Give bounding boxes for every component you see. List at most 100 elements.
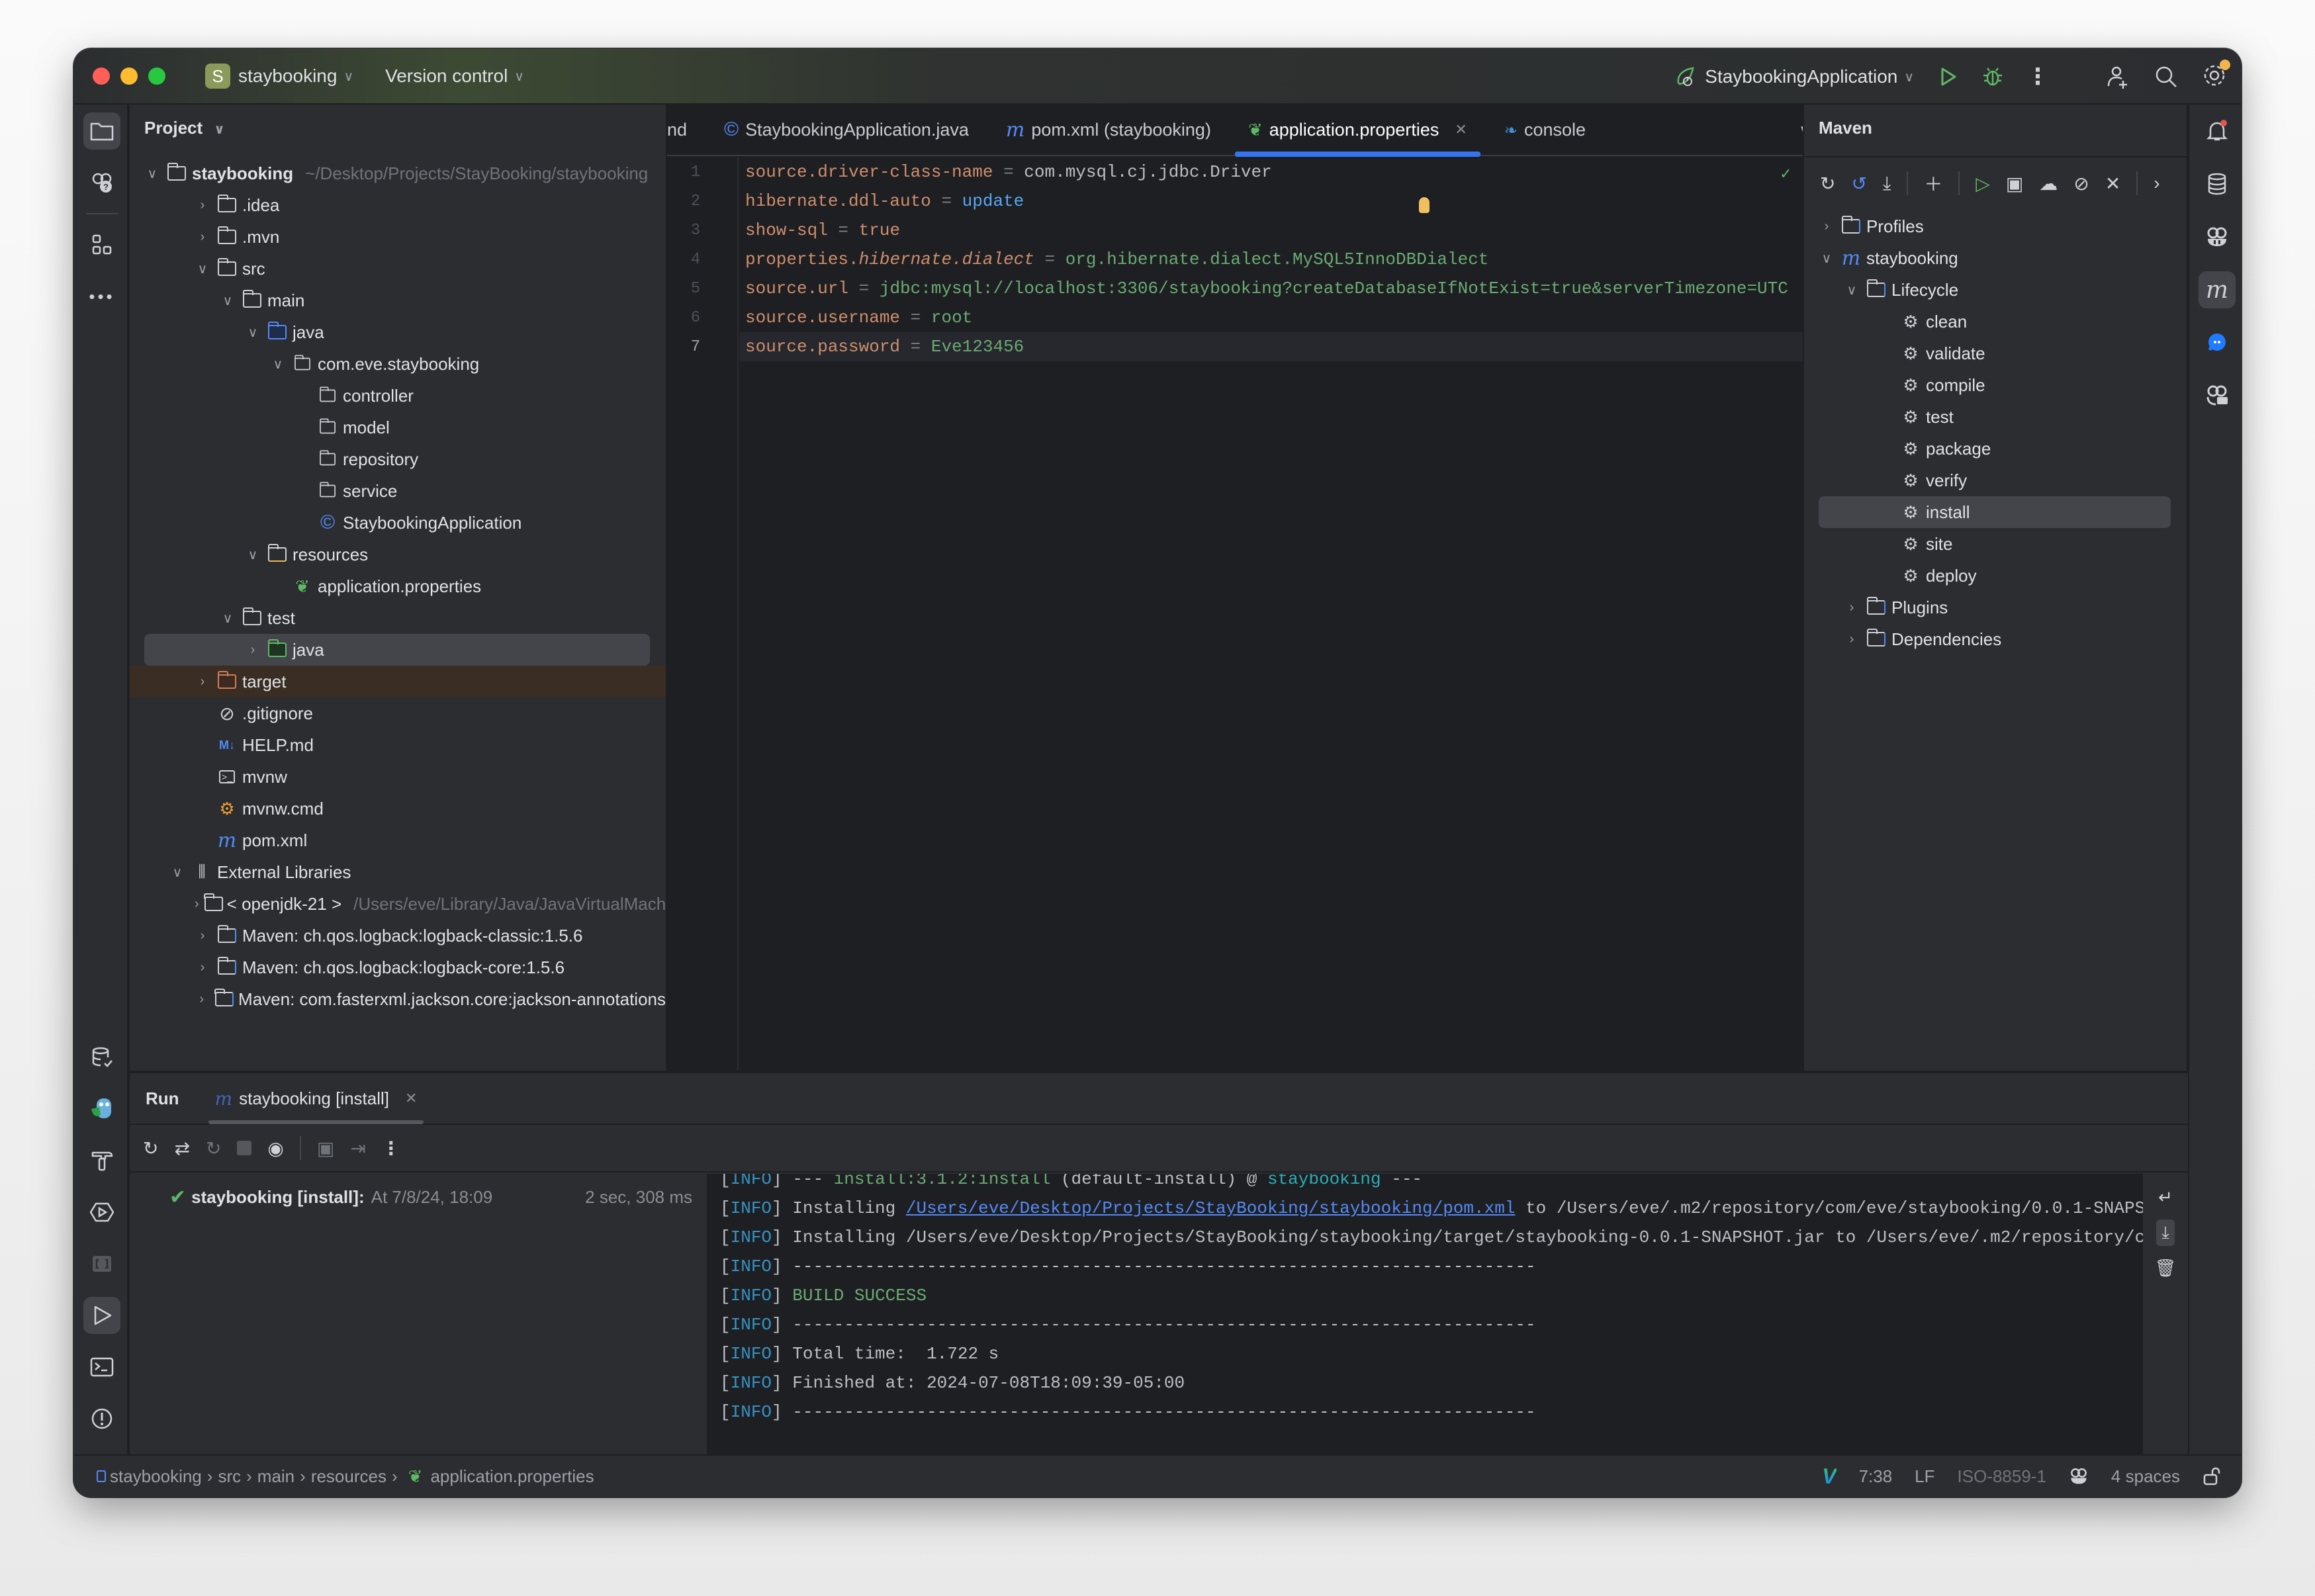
chevron-right-icon[interactable]: › (195, 230, 210, 245)
copilot-chat-button[interactable] (2199, 377, 2236, 414)
tree-item[interactable]: model (130, 412, 666, 443)
console-link[interactable]: /Users/eve/Desktop/Projects/StayBooking/… (906, 1198, 1516, 1218)
editor-tab[interactable]: nd (667, 104, 705, 155)
tree-item[interactable]: ∨ java (130, 316, 666, 348)
project-switcher[interactable]: S staybooking ∨ (165, 64, 353, 89)
line-separator[interactable]: LF (1915, 1466, 1934, 1487)
tree-item[interactable]: © StaybookingApplication (130, 507, 666, 539)
vcs-menu[interactable]: Version control ∨ (377, 66, 524, 87)
tree-item[interactable]: ∨ test (130, 602, 666, 634)
chevron-down-icon[interactable]: ∨ (195, 261, 210, 277)
copilot-status-icon[interactable] (2069, 1467, 2089, 1485)
chevron-down-icon[interactable]: ∨ (220, 292, 236, 309)
project-tool-button[interactable] (83, 112, 120, 150)
maven-tree-item[interactable]: ⚙ deploy (1804, 560, 2187, 592)
tree-item[interactable]: repository (130, 443, 666, 475)
maven-tree-item[interactable]: ⚙ package (1804, 433, 2187, 465)
maven-tree-item[interactable]: ⚙ test (1804, 401, 2187, 433)
chevron-right-icon[interactable]: › (195, 897, 199, 912)
add-user-icon[interactable] (2105, 64, 2131, 90)
chevron-right-icon[interactable]: › (195, 992, 209, 1007)
editor-tab[interactable]: m pom.xml (staybooking) (987, 104, 1230, 155)
chevron-right-icon[interactable]: › (245, 643, 261, 658)
chevron-down-icon[interactable]: ∨ (1844, 282, 1860, 298)
download-icon[interactable]: ⤓ (1883, 173, 1891, 195)
maven-tree-item[interactable]: ∨ m staybooking (1804, 242, 2187, 274)
code-line[interactable]: hibernate.ddl-auto = update (740, 187, 1870, 216)
tree-item[interactable]: controller (130, 380, 666, 412)
tree-item[interactable]: › < openjdk-21 > /Users/eve/Library/Java/J… (130, 888, 666, 920)
tree-item[interactable]: M↓ HELP.md (130, 729, 666, 761)
toggle-view-icon[interactable]: ⇄ (174, 1137, 189, 1159)
generate-sources-icon[interactable]: ↺ (1851, 173, 1866, 195)
chevron-right-icon[interactable]: › (1844, 632, 1860, 647)
file-encoding[interactable]: ISO-8859-1 (1958, 1466, 2046, 1487)
copilot-button[interactable] (2199, 218, 2236, 255)
zoom-window-button[interactable] (148, 67, 165, 85)
more-icon[interactable]: › (2154, 173, 2159, 194)
stop-icon[interactable] (237, 1141, 252, 1155)
chevron-right-icon[interactable]: › (1844, 600, 1860, 615)
ai-assistant-tool-button[interactable]: ? (83, 164, 120, 201)
database-button[interactable] (2199, 165, 2236, 202)
run-icon[interactable]: ▷ (1975, 173, 1990, 195)
maven-tree-item[interactable]: ⚙ verify (1804, 465, 2187, 496)
code-line[interactable]: show-sql = true (740, 216, 1870, 245)
maven-tree-item[interactable]: ⚙ install (1819, 496, 2171, 528)
tree-item[interactable]: › target (130, 666, 666, 697)
code-line[interactable]: source.password = Eve123456 (740, 332, 1870, 361)
run-result-row[interactable]: ✔ staybooking [install]: At 7/8/24, 18:0… (169, 1186, 692, 1209)
collapse-icon[interactable]: ✕ (2105, 173, 2120, 195)
maven-tree-item[interactable]: › Profiles (1804, 210, 2187, 242)
camera-icon[interactable]: ▣ (317, 1137, 334, 1159)
editor-tab[interactable]: © StaybookingApplication.java (705, 104, 987, 155)
maven-tree-item[interactable]: ⚙ compile (1804, 369, 2187, 401)
cursor-position[interactable]: 7:38 (1859, 1466, 1893, 1487)
chevron-right-icon[interactable]: › (195, 674, 210, 689)
tree-item[interactable]: ⚙ mvnw.cmd (130, 793, 666, 824)
tree-item[interactable]: ∨ main (130, 285, 666, 316)
chevron-down-icon[interactable]: ∨ (270, 356, 286, 373)
breadcrumb-item[interactable]: staybooking (110, 1466, 202, 1487)
export-icon[interactable]: ⇥ (350, 1137, 365, 1159)
reload-icon[interactable]: ↻ (1820, 173, 1835, 195)
tree-item[interactable]: ∨ src (130, 253, 666, 285)
services-tool-button[interactable] (83, 1194, 120, 1231)
close-tab-icon[interactable]: ✕ (405, 1090, 417, 1107)
tree-item[interactable]: ⊘ .gitignore (130, 697, 666, 729)
breadcrumb-item[interactable]: resources (311, 1466, 386, 1487)
breadcrumb-item[interactable]: src (218, 1466, 241, 1487)
notifications-button[interactable] (2199, 112, 2236, 150)
terminal-tool-button[interactable] (83, 1349, 120, 1386)
indent-setting[interactable]: 4 spaces (2111, 1466, 2180, 1487)
tree-item[interactable]: › Maven: com.fasterxml.jackson.core:jacks… (130, 983, 666, 1015)
tree-item[interactable]: ∨ resources (130, 539, 666, 570)
code-line[interactable]: properties. hibernate.dialect = org.hiber… (740, 245, 1870, 274)
debug-icon[interactable] (1981, 66, 2004, 88)
more-tools-icon[interactable]: ••• (83, 278, 120, 315)
gopher-tool-button[interactable] (83, 1090, 120, 1128)
rerun-icon[interactable]: ↻ (143, 1137, 158, 1159)
run-tool-button[interactable] (83, 1297, 120, 1334)
vim-icon[interactable]: V (1822, 1464, 1836, 1489)
chevron-down-icon[interactable]: ∨ (245, 547, 261, 563)
maven-tree-item[interactable]: ⚙ site (1804, 528, 2187, 560)
chevron-down-icon[interactable]: ∨ (220, 610, 236, 627)
chevron-right-icon[interactable]: › (195, 198, 210, 213)
run-icon[interactable] (1936, 66, 1959, 88)
maven-tree-item[interactable]: › Plugins (1804, 592, 2187, 623)
run-tab[interactable]: m staybooking [install] ✕ (208, 1073, 424, 1124)
rerun-failed-icon[interactable]: ↻ (206, 1137, 221, 1159)
breadcrumb-item[interactable]: main (257, 1466, 295, 1487)
offline-icon[interactable]: ☁ (2039, 173, 2058, 195)
breadcrumb-item[interactable]: application.properties (430, 1466, 594, 1487)
add-icon[interactable]: ＋ (1924, 170, 1942, 197)
more-icon[interactable]: ⋮ (382, 1137, 400, 1159)
close-window-button[interactable] (93, 67, 110, 85)
skip-tests-icon[interactable]: ⊘ (2073, 173, 2089, 195)
tree-item[interactable]: ∨ ⫼ External Libraries (130, 856, 666, 888)
editor-tab[interactable]: ❧ console (1486, 104, 1604, 155)
console-output[interactable]: [INFO] --- install:3.1.2:install (defaul… (707, 1174, 2143, 1456)
chevron-right-icon[interactable]: › (195, 928, 210, 944)
search-icon[interactable] (2154, 64, 2179, 89)
